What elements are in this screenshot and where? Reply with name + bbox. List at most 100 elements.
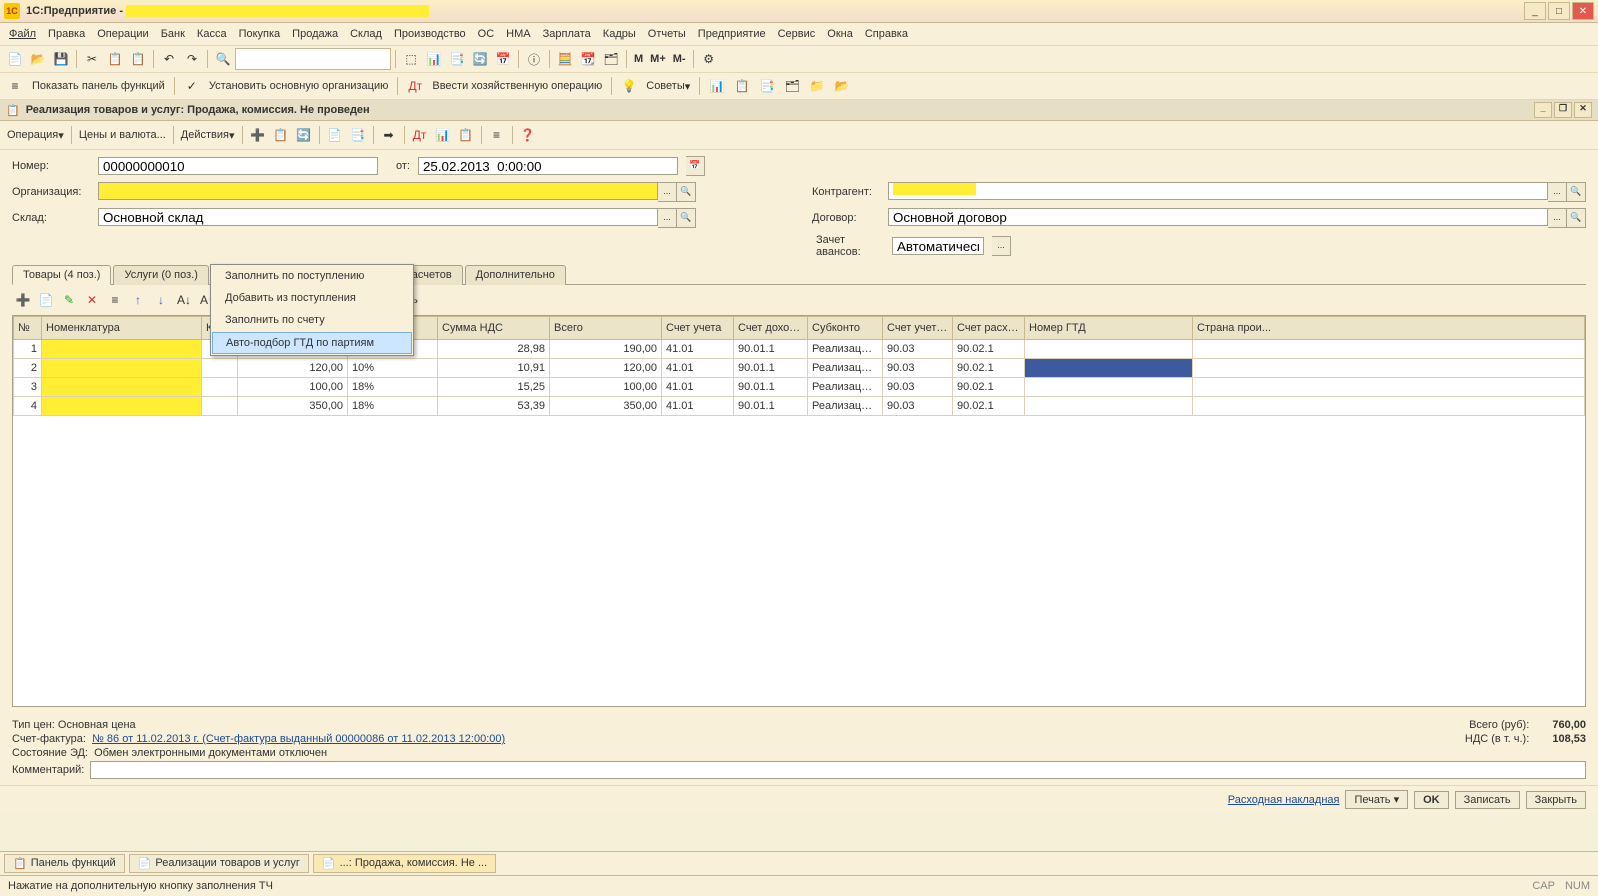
up-icon[interactable]: ↑ bbox=[127, 289, 149, 311]
down-icon[interactable]: ↓ bbox=[150, 289, 172, 311]
dt-icon-3[interactable]: 🔄 bbox=[293, 124, 315, 146]
tab-extra[interactable]: Дополнительно bbox=[465, 265, 566, 285]
menu-service[interactable]: Сервис bbox=[773, 26, 821, 42]
menu-enterprise[interactable]: Предприятие bbox=[693, 26, 771, 42]
dt-icon-4[interactable]: 📄 bbox=[324, 124, 346, 146]
dog-select-icon[interactable]: ... bbox=[1548, 208, 1567, 228]
t2-icon-4[interactable]: 🗂 bbox=[781, 75, 803, 97]
ok-button[interactable]: OK bbox=[1414, 791, 1449, 809]
tab-goods[interactable]: Товары (4 поз.) bbox=[12, 265, 111, 285]
minimize-button[interactable]: _ bbox=[1524, 2, 1546, 20]
dt-help-icon[interactable]: ❓ bbox=[517, 124, 539, 146]
menu-hr[interactable]: Кадры bbox=[598, 26, 641, 42]
tb-icon-1[interactable]: ⬚ bbox=[400, 48, 422, 70]
menu-help[interactable]: Справка bbox=[860, 26, 913, 42]
dt-icon-5[interactable]: 📑 bbox=[347, 124, 369, 146]
help-icon[interactable]: ⓘ bbox=[523, 48, 545, 70]
menu-sale[interactable]: Продажа bbox=[287, 26, 343, 42]
search-combo[interactable] bbox=[235, 48, 391, 70]
copy-icon[interactable]: 📋 bbox=[104, 48, 126, 70]
auto-gtd[interactable]: Авто-подбор ГТД по партиям bbox=[212, 332, 412, 354]
dt-icon-6[interactable]: ➡ bbox=[378, 124, 400, 146]
save-button[interactable]: Записать bbox=[1455, 791, 1520, 809]
doc-close[interactable]: ✕ bbox=[1574, 102, 1592, 118]
copy-row-icon[interactable]: 📄 bbox=[35, 289, 57, 311]
gtb-icon-1[interactable]: ≡ bbox=[104, 289, 126, 311]
actions-drop[interactable]: Действия ▾ bbox=[181, 129, 235, 142]
table-row[interactable]: 4350,0018%53,39350,0041.0190.01.1Реализа… bbox=[14, 397, 1585, 416]
org-input[interactable] bbox=[98, 182, 658, 200]
calendar-icon[interactable]: 📅 bbox=[686, 156, 705, 176]
redo-icon[interactable]: ↷ bbox=[181, 48, 203, 70]
from-input[interactable] bbox=[418, 157, 678, 175]
org-select-icon[interactable]: ... bbox=[658, 182, 677, 202]
maximize-button[interactable]: □ bbox=[1548, 2, 1570, 20]
t2-icon-1[interactable]: 📊 bbox=[706, 75, 728, 97]
wh-select-icon[interactable]: ... bbox=[658, 208, 677, 228]
enter-op-icon[interactable]: Дт bbox=[404, 75, 426, 97]
close-button[interactable]: ✕ bbox=[1572, 2, 1594, 20]
contr-input[interactable] bbox=[888, 182, 1548, 200]
mplus-label[interactable]: M+ bbox=[650, 53, 666, 65]
find-icon[interactable]: 🔍 bbox=[212, 48, 234, 70]
org-open-icon[interactable]: 🔍 bbox=[677, 182, 696, 202]
tb-icon-7[interactable]: 🗂 bbox=[600, 48, 622, 70]
task-panel[interactable]: 📋 Панель функций bbox=[4, 854, 125, 873]
new-icon[interactable]: 📄 bbox=[4, 48, 26, 70]
task-realizations[interactable]: 📄 Реализации товаров и услуг bbox=[129, 854, 309, 873]
menu-operations[interactable]: Операции bbox=[92, 26, 153, 42]
menu-salary[interactable]: Зарплата bbox=[538, 26, 596, 42]
tips-button[interactable]: Советы ▾ bbox=[646, 80, 690, 93]
tb-icon-4[interactable]: 🔄 bbox=[469, 48, 491, 70]
doc-minimize[interactable]: _ bbox=[1534, 102, 1552, 118]
dt-icon-1[interactable]: ➕ bbox=[247, 124, 269, 146]
nakladnaya-link[interactable]: Расходная накладная bbox=[1228, 794, 1340, 806]
t2-icon-5[interactable]: 📁 bbox=[806, 75, 828, 97]
dt-icon-7[interactable]: Дт bbox=[409, 124, 431, 146]
menu-reports[interactable]: Отчеты bbox=[643, 26, 691, 42]
contr-select-icon[interactable]: ... bbox=[1548, 182, 1567, 202]
menu-file[interactable]: Файл bbox=[4, 26, 41, 42]
wh-open-icon[interactable]: 🔍 bbox=[677, 208, 696, 228]
avans-input[interactable] bbox=[892, 237, 984, 255]
cut-icon[interactable]: ✂ bbox=[81, 48, 103, 70]
show-panel-button[interactable]: Показать панель функций bbox=[32, 80, 165, 92]
closedoc-button[interactable]: Закрыть bbox=[1526, 791, 1586, 809]
menu-bank[interactable]: Банк bbox=[156, 26, 190, 42]
t2-icon-6[interactable]: 📂 bbox=[831, 75, 853, 97]
tb-icon-6[interactable]: 📆 bbox=[577, 48, 599, 70]
dog-input[interactable] bbox=[888, 208, 1548, 226]
fill-by-invoice[interactable]: Заполнить по счету bbox=[211, 309, 413, 331]
t2-icon-3[interactable]: 📑 bbox=[756, 75, 778, 97]
avans-select-icon[interactable]: ... bbox=[992, 236, 1011, 256]
delete-row-icon[interactable]: ✕ bbox=[81, 289, 103, 311]
add-row-icon[interactable]: ➕ bbox=[12, 289, 34, 311]
t2-icon-2[interactable]: 📋 bbox=[731, 75, 753, 97]
menu-windows[interactable]: Окна bbox=[822, 26, 858, 42]
tb-icon-5[interactable]: 📅 bbox=[492, 48, 514, 70]
tab-services[interactable]: Услуги (0 поз.) bbox=[113, 265, 208, 285]
prices-button[interactable]: Цены и валюта... bbox=[79, 129, 166, 141]
operation-drop[interactable]: Операция ▾ bbox=[7, 129, 64, 142]
menu-edit[interactable]: Правка bbox=[43, 26, 90, 42]
doc-restore[interactable]: ❐ bbox=[1554, 102, 1572, 118]
calc-icon[interactable]: 🧮 bbox=[554, 48, 576, 70]
tb-icon-2[interactable]: 📊 bbox=[423, 48, 445, 70]
table-row[interactable]: 3100,0018%15,25100,0041.0190.01.1Реализа… bbox=[14, 378, 1585, 397]
contr-open-icon[interactable]: 🔍 bbox=[1567, 182, 1586, 202]
dt-icon-10[interactable]: ≡ bbox=[486, 124, 508, 146]
task-current[interactable]: 📄 ...: Продажа, комиссия. Не ... bbox=[313, 854, 496, 873]
sort-asc-icon[interactable]: A↓ bbox=[173, 289, 195, 311]
table-row[interactable]: 2120,0010%10,91120,0041.0190.01.1Реализа… bbox=[14, 359, 1585, 378]
dt-icon-8[interactable]: 📊 bbox=[432, 124, 454, 146]
add-from-receipt[interactable]: Добавить из поступления bbox=[211, 287, 413, 309]
menu-production[interactable]: Производство bbox=[389, 26, 471, 42]
tb-icon-8[interactable]: ⚙ bbox=[698, 48, 720, 70]
fill-by-receipt[interactable]: Заполнить по поступлению bbox=[211, 265, 413, 287]
wh-input[interactable] bbox=[98, 208, 658, 226]
dt-icon-9[interactable]: 📋 bbox=[455, 124, 477, 146]
mminus-label[interactable]: M- bbox=[673, 53, 686, 65]
enter-op-button[interactable]: Ввести хозяйственную операцию bbox=[432, 80, 602, 92]
menu-purchase[interactable]: Покупка bbox=[234, 26, 286, 42]
dt-icon-2[interactable]: 📋 bbox=[270, 124, 292, 146]
